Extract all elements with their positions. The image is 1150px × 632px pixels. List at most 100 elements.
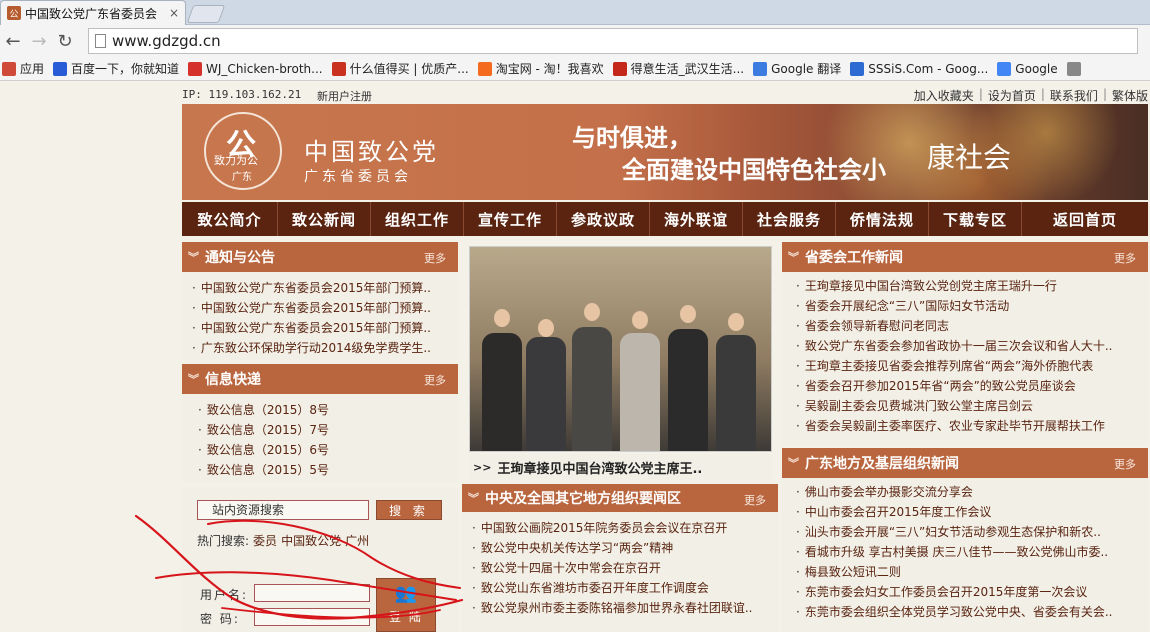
list-item[interactable]: 省委会领导新春慰问老同志 bbox=[796, 316, 1148, 336]
toplink-homepage[interactable]: 设为首页 bbox=[988, 87, 1036, 104]
bookmark-item[interactable]: 淘宝网 - 淘！我喜欢 bbox=[477, 60, 604, 77]
reload-icon[interactable]: ↻ bbox=[52, 28, 78, 54]
nav-home[interactable]: 返回首页 bbox=[1021, 202, 1148, 236]
nav-intro[interactable]: 致公简介 bbox=[182, 202, 277, 236]
bookmark-item[interactable] bbox=[1066, 61, 1085, 76]
list-item[interactable]: 汕头市委会开展“三八”妇女节活动参观生态保护和新农.. bbox=[796, 522, 1148, 542]
bookmark-item[interactable]: WJ_Chicken-broth... bbox=[188, 61, 323, 76]
list-item[interactable]: 致公信息（2015）5号 bbox=[198, 460, 458, 480]
toplink-traditional[interactable]: 繁体版 bbox=[1112, 87, 1148, 104]
list-item[interactable]: 王珣章接见中国台湾致公党创党主席王瑞升一行 bbox=[796, 276, 1148, 296]
site-favicon-icon: 公 bbox=[7, 6, 21, 20]
bookmark-favicon-icon bbox=[188, 61, 203, 76]
panel-header: ︾ 广东地方及基层组织新闻 更多 bbox=[782, 448, 1148, 478]
bookmark-label: 淘宝网 - 淘！我喜欢 bbox=[495, 62, 604, 76]
list-item[interactable]: 省委会召开参加2015年省“两会”的致公党员座谈会 bbox=[796, 376, 1148, 396]
back-icon[interactable]: ← bbox=[0, 28, 26, 54]
slogan-line-3: 康社会 bbox=[927, 141, 1012, 174]
url-text: www.gdzgd.cn bbox=[112, 32, 221, 50]
list-item[interactable]: 致公信息（2015）7号 bbox=[198, 420, 458, 440]
slogan-line-2: 全面建设中国特色社会小 bbox=[622, 156, 886, 184]
bookmark-item[interactable]: Google 翻译 bbox=[753, 60, 841, 77]
bookmark-item[interactable]: 应用 bbox=[2, 60, 44, 77]
search-button[interactable]: 搜 索 bbox=[376, 500, 442, 520]
password-field[interactable] bbox=[254, 608, 370, 626]
org-name: 中国致公党 bbox=[304, 138, 439, 166]
toplink-contact[interactable]: 联系我们 bbox=[1050, 87, 1098, 104]
list-item[interactable]: 致公党山东省潍坊市委召开年度工作调度会 bbox=[472, 578, 778, 598]
bookmark-item[interactable]: 百度一下，你就知道 bbox=[53, 60, 179, 77]
bookmark-item[interactable]: 什么值得买 | 优质产... bbox=[331, 60, 469, 77]
forward-icon[interactable]: → bbox=[26, 28, 52, 54]
list-item[interactable]: 王珣章主委接见省委会推荐列席省“两会”海外侨胞代表 bbox=[796, 356, 1148, 376]
hot-term-link[interactable]: 中国致公党 bbox=[281, 534, 341, 548]
slogan-line-1: 与时俱进， bbox=[572, 124, 692, 152]
hot-search: 热门搜索: 委员 中国致公党 广州 bbox=[197, 532, 369, 549]
bookmark-item[interactable]: 得意生活_武汉生活... bbox=[612, 60, 744, 77]
nav-regulations[interactable]: 侨情法规 bbox=[835, 202, 928, 236]
list-item[interactable]: 吴毅副主委会见费城洪门致公堂主席吕剑云 bbox=[796, 396, 1148, 416]
bookmark-favicon-icon bbox=[850, 61, 865, 76]
chevron-down-icon: ︾ bbox=[788, 457, 799, 470]
chevron-down-icon: ︾ bbox=[188, 251, 199, 264]
more-link[interactable]: 更多 bbox=[1114, 456, 1136, 472]
list-item[interactable]: 省委会吴毅副主委率医疗、农业专家赴毕节开展帮扶工作 bbox=[796, 416, 1148, 436]
nav-publicity[interactable]: 宣传工作 bbox=[463, 202, 556, 236]
province-news-list: 王珣章接见中国台湾致公党创党主席王瑞升一行 省委会开展纪念“三八”国际妇女节活动… bbox=[782, 272, 1148, 436]
more-link[interactable]: 更多 bbox=[424, 250, 446, 266]
nav-overseas[interactable]: 海外联谊 bbox=[649, 202, 742, 236]
party-logo: 公 致力为公 广东 bbox=[204, 112, 282, 190]
list-item[interactable]: 中国致公党广东省委员会2015年部门预算.. bbox=[192, 298, 458, 318]
list-item[interactable]: 中国致公党广东省委员会2015年部门预算.. bbox=[192, 278, 458, 298]
list-item[interactable]: 东莞市委会妇女工作委员会召开2015年度第一次会议 bbox=[796, 582, 1148, 602]
browser-tab[interactable]: 公 中国致公党广东省委员会 × bbox=[0, 0, 186, 25]
list-item[interactable]: 致公党广东省委会参加省政协十一届三次会议和省人大十.. bbox=[796, 336, 1148, 356]
photo-caption[interactable]: >> 王珣章接见中国台湾致公党主席王.. bbox=[469, 454, 772, 480]
list-item[interactable]: 看城市升级 享古村美摄 庆三八佳节——致公党佛山市委.. bbox=[796, 542, 1148, 562]
nav-downloads[interactable]: 下载专区 bbox=[928, 202, 1021, 236]
province-news-panel: ︾ 省委会工作新闻 更多 王珣章接见中国台湾致公党创党主席王瑞升一行 省委会开展… bbox=[782, 242, 1148, 446]
list-item[interactable]: 中国致公党广东省委员会2015年部门预算.. bbox=[192, 318, 458, 338]
list-item[interactable]: 中山市委会召开2015年度工作会议 bbox=[796, 502, 1148, 522]
list-item[interactable]: 致公党中央机关传达学习“两会”精神 bbox=[472, 538, 778, 558]
bookmark-item[interactable]: SSSiS.Com - Goog... bbox=[850, 61, 988, 76]
bookmark-favicon-icon bbox=[2, 61, 16, 76]
hot-term-link[interactable]: 委员 bbox=[253, 534, 277, 548]
bookmark-favicon-icon bbox=[997, 61, 1012, 76]
list-item[interactable]: 省委会开展纪念“三八”国际妇女节活动 bbox=[796, 296, 1148, 316]
list-item[interactable]: 致公党泉州市委主委陈铭福参加世界永春社团联谊.. bbox=[472, 598, 778, 618]
nav-news[interactable]: 致公新闻 bbox=[277, 202, 370, 236]
list-item[interactable]: 致公信息（2015）6号 bbox=[198, 440, 458, 460]
top-bar: IP: 119.103.162.21 新用户注册 加入收藏夹 | 设为首页 | 联系… bbox=[182, 84, 1148, 104]
panel-title: 信息快递 bbox=[205, 372, 261, 388]
register-link[interactable]: 新用户注册 bbox=[317, 88, 372, 104]
toplink-favorite[interactable]: 加入收藏夹 bbox=[914, 87, 974, 104]
panel-title: 通知与公告 bbox=[205, 250, 275, 266]
list-item[interactable]: 东莞市委会组织全体党员学习致公党中央、省委会有关会.. bbox=[796, 602, 1148, 622]
news-photo[interactable] bbox=[469, 246, 772, 452]
list-item[interactable]: 佛山市委会举办摄影交流分享会 bbox=[796, 482, 1148, 502]
login-button[interactable]: 👥 登 陆 bbox=[376, 578, 436, 632]
close-tab-icon[interactable]: × bbox=[169, 6, 179, 20]
list-item[interactable]: 致公党十四届十次中常会在京召开 bbox=[472, 558, 778, 578]
more-link[interactable]: 更多 bbox=[424, 372, 446, 388]
bookmark-item[interactable]: Google bbox=[997, 61, 1058, 76]
main-nav: 致公简介 致公新闻 组织工作 宣传工作 参政议政 海外联谊 社会服务 侨情法规 … bbox=[182, 202, 1148, 236]
list-item[interactable]: 梅县致公短讯二则 bbox=[796, 562, 1148, 582]
new-tab-button[interactable] bbox=[186, 5, 226, 23]
username-field[interactable] bbox=[254, 584, 370, 602]
more-link[interactable]: 更多 bbox=[1114, 250, 1136, 266]
chevron-down-icon: ︾ bbox=[468, 492, 479, 505]
address-bar[interactable]: www.gdzgd.cn bbox=[88, 28, 1138, 54]
list-item[interactable]: 致公信息（2015）8号 bbox=[198, 400, 458, 420]
nav-social[interactable]: 社会服务 bbox=[742, 202, 835, 236]
nav-organization[interactable]: 组织工作 bbox=[370, 202, 463, 236]
list-item[interactable]: 广东致公环保助学行动2014级免学费学生.. bbox=[192, 338, 458, 358]
more-link[interactable]: 更多 bbox=[744, 492, 766, 508]
info-panel: ︾ 信息快递 更多 致公信息（2015）8号 致公信息（2015）7号 致公信息… bbox=[182, 364, 458, 482]
hot-term-link[interactable]: 广州 bbox=[345, 534, 369, 548]
nav-politics[interactable]: 参政议政 bbox=[556, 202, 649, 236]
search-input[interactable]: 站内资源搜索 bbox=[197, 500, 369, 520]
list-item[interactable]: 中国致公画院2015年院务委员会会议在京召开 bbox=[472, 518, 778, 538]
bookmark-favicon-icon bbox=[331, 61, 346, 76]
